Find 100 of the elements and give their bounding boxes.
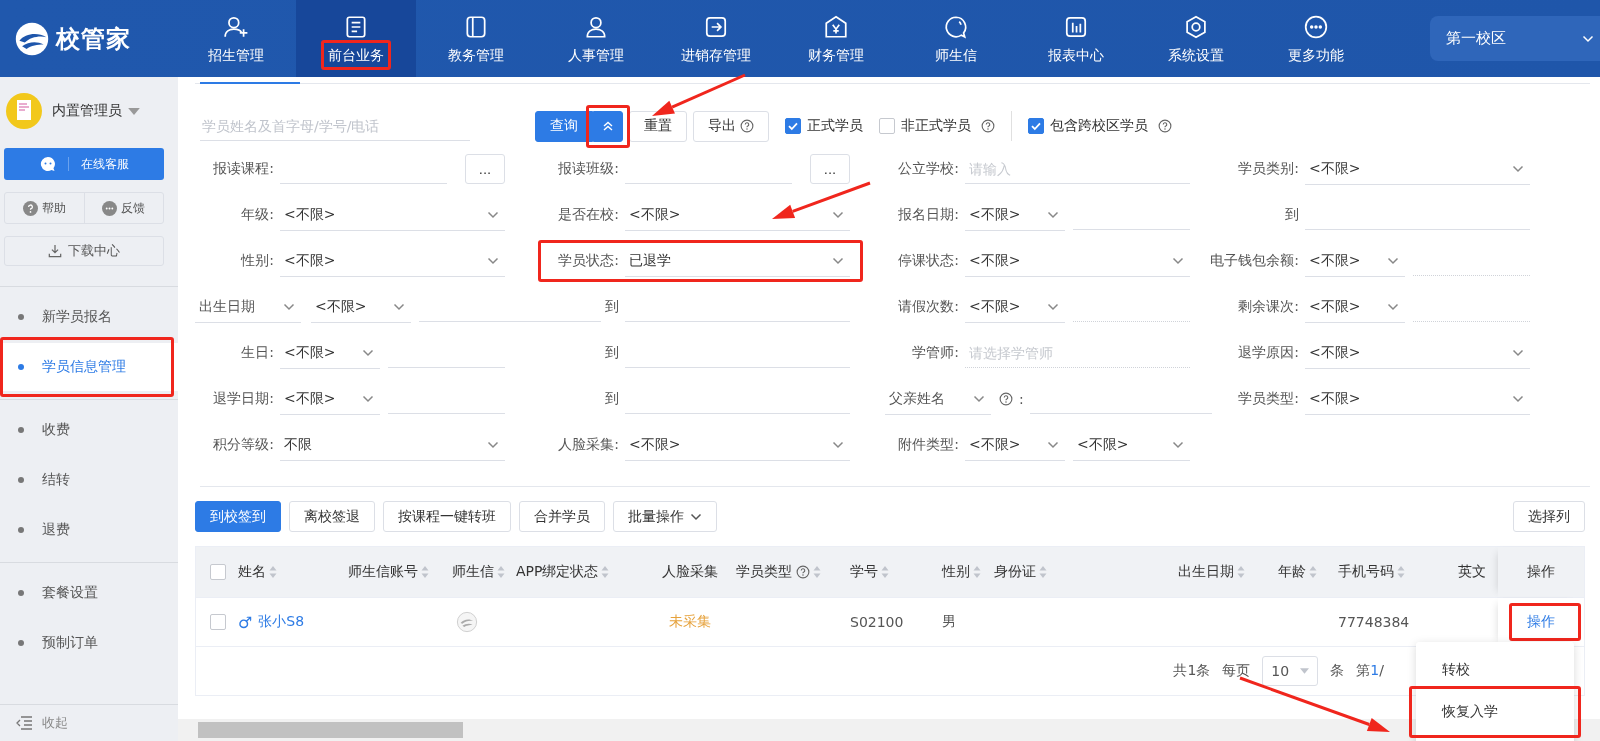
help-icon xyxy=(740,119,754,133)
select-field[interactable]: <不限> xyxy=(965,245,1190,277)
bullet-icon xyxy=(18,364,24,370)
expand-button[interactable] xyxy=(593,110,623,142)
help-icon xyxy=(1158,119,1172,133)
student-name-link[interactable]: 张小S8 xyxy=(258,613,305,631)
choose-columns-button[interactable]: 选择列 xyxy=(1513,501,1585,532)
checkbox[interactable] xyxy=(210,614,226,630)
operate-link[interactable]: 操作 xyxy=(1527,613,1555,631)
browse-button[interactable]: ... xyxy=(465,154,505,184)
sidebar-item[interactable]: 预制订单 xyxy=(0,619,178,667)
column-header[interactable]: 师生信账号 xyxy=(348,563,418,581)
column-header[interactable]: 操作 xyxy=(1527,563,1555,581)
nav-label: 前台业务 xyxy=(328,45,384,64)
select-field[interactable]: <不限> xyxy=(280,337,380,369)
select-field[interactable]: <不限> xyxy=(1305,153,1530,185)
select-field[interactable]: <不限> xyxy=(311,291,411,323)
column-header[interactable]: 年龄 xyxy=(1278,563,1306,581)
select-field[interactable]: <不限> xyxy=(280,199,505,231)
sidebar-item[interactable]: 收费 xyxy=(0,406,178,454)
column-header[interactable]: APP绑定状态 xyxy=(516,563,599,581)
nav-tab[interactable]: 财务管理 xyxy=(776,0,896,77)
column-header[interactable]: 英文 xyxy=(1458,563,1486,581)
checkbox[interactable] xyxy=(879,118,895,134)
online-service-button[interactable]: 在线客服 xyxy=(4,148,164,180)
nav-tab[interactable]: 人事管理 xyxy=(536,0,656,77)
field-label: 学员类型: xyxy=(1238,390,1299,408)
action-button[interactable]: 离校签退 xyxy=(289,501,375,532)
column-header[interactable]: 学号 xyxy=(850,563,878,581)
select-field[interactable]: <不限> xyxy=(625,429,850,461)
select-field[interactable]: <不限> xyxy=(1305,245,1405,277)
nav-label: 人事管理 xyxy=(568,45,624,64)
column-header[interactable]: 身份证 xyxy=(994,563,1036,581)
select-field[interactable]: <不限> xyxy=(965,429,1065,461)
caret-icon xyxy=(1047,440,1059,449)
field-type-select[interactable]: 父亲姓名 xyxy=(885,383,991,415)
batch-menu-button[interactable]: 批量操作 xyxy=(613,501,717,532)
bullet-icon xyxy=(18,590,24,596)
check-in-button[interactable]: 到校签到 xyxy=(195,501,281,532)
user-name[interactable]: 内置管理员 xyxy=(52,102,122,120)
sidebar-item[interactable]: 学员信息管理 xyxy=(0,343,178,391)
feedback-button[interactable]: 反馈 xyxy=(83,193,163,223)
export-button[interactable]: 导出 xyxy=(693,110,769,142)
column-header[interactable]: 师生信 xyxy=(452,563,494,581)
checkbox[interactable] xyxy=(210,564,226,580)
column-header[interactable]: 手机号码 xyxy=(1338,563,1394,581)
caret-icon xyxy=(487,210,499,219)
column-header[interactable]: 人脸采集 xyxy=(662,563,718,581)
select-field[interactable]: 已退学 xyxy=(625,245,850,277)
bullet-icon xyxy=(18,477,24,483)
gender-symbol: ♂ xyxy=(238,612,253,632)
select-field[interactable]: 不限 xyxy=(280,429,505,461)
menu-item[interactable]: 恢复入学 xyxy=(1420,692,1570,732)
column-header[interactable]: 学员类型 xyxy=(736,563,792,581)
nav-tab[interactable]: 进销存管理 xyxy=(656,0,776,77)
sidebar-item[interactable]: 新学员报名 xyxy=(0,293,178,341)
browse-button[interactable]: ... xyxy=(810,154,850,184)
nav-tab[interactable]: 招生管理 xyxy=(176,0,296,77)
caret-icon xyxy=(1387,256,1399,265)
reset-button[interactable]: 重置 xyxy=(629,110,687,142)
sidebar-item[interactable]: 退费 xyxy=(0,506,178,554)
more-icon xyxy=(1303,13,1329,40)
campus-select[interactable]: 第一校区 xyxy=(1430,16,1600,61)
label-colon: : xyxy=(1019,391,1024,407)
nav-tab[interactable]: 更多功能 xyxy=(1256,0,1376,77)
nav-tab[interactable]: 报表中心 xyxy=(1016,0,1136,77)
action-button[interactable]: 按课程一键转班 xyxy=(383,501,511,532)
sidebar-item[interactable]: 结转 xyxy=(0,456,178,504)
select-field[interactable]: <不限> xyxy=(965,199,1065,231)
nav-tab[interactable]: 教务管理 xyxy=(416,0,536,77)
caret-icon xyxy=(362,394,374,403)
select-field[interactable]: <不限> xyxy=(1305,383,1530,415)
bullet-icon xyxy=(18,314,24,320)
download-center-button[interactable]: 下载中心 xyxy=(4,236,164,266)
select-field[interactable]: <不限> xyxy=(1305,337,1530,369)
select-field[interactable]: <不限> xyxy=(965,291,1065,323)
checkbox[interactable] xyxy=(785,118,801,134)
query-button[interactable]: 查询 xyxy=(535,110,593,142)
caret-icon xyxy=(1172,440,1184,449)
column-header[interactable]: 性别 xyxy=(942,563,970,581)
field-type-select[interactable]: 出生日期 xyxy=(195,291,301,323)
nav-tab[interactable]: 师生信 xyxy=(896,0,1016,77)
select-field[interactable]: <不限> xyxy=(280,245,505,277)
select-value: <不限> xyxy=(1309,389,1361,408)
column-header[interactable]: 出生日期 xyxy=(1178,563,1234,581)
action-button[interactable]: 合并学员 xyxy=(519,501,605,532)
checkbox[interactable] xyxy=(1028,118,1044,134)
select-field[interactable]: <不限> xyxy=(280,383,380,415)
help-button[interactable]: 帮助 xyxy=(5,193,84,223)
menu-item[interactable]: 转校 xyxy=(1420,650,1570,690)
field-label: 是否在校: xyxy=(558,206,619,224)
nav-tab[interactable]: 系统设置 xyxy=(1136,0,1256,77)
bullet-icon xyxy=(18,427,24,433)
select-field[interactable]: <不限> xyxy=(1305,291,1405,323)
current-page[interactable]: 1 xyxy=(1370,662,1380,678)
sidebar-item[interactable]: 套餐设置 xyxy=(0,569,178,617)
nav-tab[interactable]: 前台业务 xyxy=(296,0,416,77)
select-field[interactable]: <不限> xyxy=(1073,429,1190,461)
page-size-select[interactable]: 10 xyxy=(1262,656,1319,686)
column-header[interactable]: 姓名 xyxy=(238,563,266,581)
